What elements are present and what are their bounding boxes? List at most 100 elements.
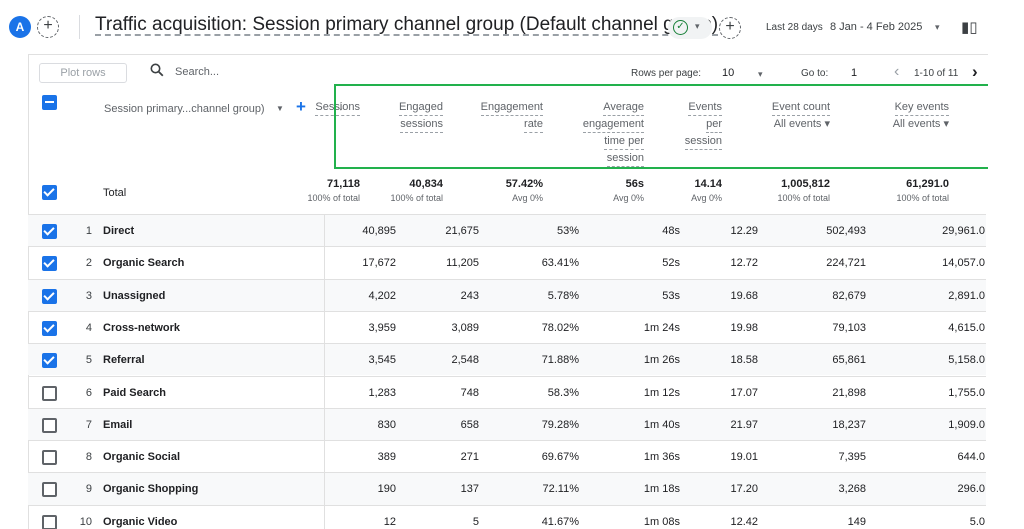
table-cell: 40,895 xyxy=(362,225,396,237)
add-dimension-icon[interactable]: + xyxy=(296,97,306,117)
row-channel-name[interactable]: Email xyxy=(103,419,132,431)
table-cell: 502,493 xyxy=(826,225,866,237)
table-cell: 1m 36s xyxy=(643,451,680,464)
row-channel-name[interactable]: Cross-network xyxy=(103,322,180,334)
table-row[interactable]: 5 Referral 3,545 2,548 71.88% 1m 26s 18.58 65,8… xyxy=(28,343,986,376)
table-cell: 29,961.0 xyxy=(942,225,985,237)
table-cell: 3,268 xyxy=(838,483,866,496)
row-checkbox[interactable] xyxy=(42,450,57,466)
date-range-value[interactable]: 8 Jan - 4 Feb 2025 xyxy=(830,21,922,33)
row-checkbox[interactable] xyxy=(42,482,57,498)
previous-page-icon[interactable]: ‹ xyxy=(894,63,899,81)
row-checkbox[interactable] xyxy=(42,514,57,529)
row-checkbox[interactable] xyxy=(42,256,57,272)
table-cell: 53s xyxy=(662,289,680,302)
table-cell: 41.67% xyxy=(541,515,579,528)
table-cell: 224,721 xyxy=(826,257,866,270)
table-cell: 3,545 xyxy=(368,354,396,367)
chevron-down-icon[interactable]: ▾ xyxy=(758,69,763,80)
table-cell: 72.11% xyxy=(542,483,580,496)
total-cell: 61,291.0 100% of total xyxy=(896,178,949,203)
table-cell: 3,959 xyxy=(368,321,396,334)
row-checkbox[interactable] xyxy=(42,417,57,433)
table-row[interactable]: 10 Organic Video 12 5 41.67% 1m 08s 12.42 149 5.… xyxy=(28,504,986,529)
add-report-button[interactable]: + xyxy=(719,17,741,39)
row-channel-name[interactable]: Direct xyxy=(103,225,134,237)
table-row[interactable]: 7 Email 830 658 79.28% 1m 40s 21.97 18,237 1,909… xyxy=(28,407,986,441)
table-cell: 271 xyxy=(460,451,479,464)
total-value: 14.14 xyxy=(694,178,722,190)
row-channel-name[interactable]: Organic Video xyxy=(103,516,177,528)
row-channel-name[interactable]: Paid Search xyxy=(103,387,166,399)
row-channel-name[interactable]: Unassigned xyxy=(103,290,165,302)
row-index: 1 xyxy=(85,225,92,237)
row-index: 8 xyxy=(85,451,92,464)
table-cell: 149 xyxy=(847,515,866,528)
table-row[interactable]: 2 Organic Search 17,672 11,205 63.41% 52s 12.7… xyxy=(28,246,986,278)
total-checkbox[interactable] xyxy=(42,185,57,200)
table-row[interactable]: 1 Direct 40,895 21,675 53% 48s 12.29 502,493 29,… xyxy=(28,214,986,247)
table-cell: 12.42 xyxy=(730,515,758,528)
table-cell: 830 xyxy=(377,418,396,431)
table-cell: 4,615.0 xyxy=(948,321,985,334)
total-subtext: 100% of total xyxy=(307,193,360,203)
table-cell: 1m 40s xyxy=(643,418,680,431)
chevron-down-icon: ▾ xyxy=(695,21,700,31)
row-checkbox[interactable] xyxy=(42,385,57,401)
pagination-info: 1-10 of 11 xyxy=(914,68,959,79)
table-cell: 21,675 xyxy=(445,225,479,237)
row-index: 10 xyxy=(79,515,92,528)
row-channel-name[interactable]: Referral xyxy=(103,354,145,366)
table-cell: 21.97 xyxy=(730,418,758,431)
row-checkbox[interactable] xyxy=(42,224,57,239)
table-cell: 5,158.0 xyxy=(948,354,985,367)
search-icon[interactable] xyxy=(150,63,166,79)
header-divider xyxy=(79,15,80,39)
dimension-column-header[interactable]: Session primary...channel group) xyxy=(104,103,265,115)
table-cell: 17.07 xyxy=(730,386,758,399)
date-range-dropdown-icon[interactable]: ▾ xyxy=(935,22,940,33)
table-cell: 63.41% xyxy=(541,257,579,270)
total-subtext: 100% of total xyxy=(896,193,949,203)
total-cell: 56s Avg 0% xyxy=(613,178,644,203)
row-checkbox[interactable] xyxy=(42,320,57,336)
table-cell: 79.28% xyxy=(541,418,579,431)
table-row[interactable]: 3 Unassigned 4,202 243 5.78% 53s 19.68 82,679 2,… xyxy=(28,278,986,311)
row-checkbox[interactable] xyxy=(42,353,57,369)
add-comparison-button[interactable]: + xyxy=(37,16,59,38)
next-page-icon[interactable]: › xyxy=(972,62,978,82)
page-title[interactable]: Traffic acquisition: Session primary cha… xyxy=(95,14,718,36)
table-cell: 190 xyxy=(377,483,396,496)
select-all-checkbox[interactable] xyxy=(42,95,57,110)
row-channel-name[interactable]: Organic Shopping xyxy=(103,483,198,495)
table-cell: 21,898 xyxy=(832,386,866,399)
date-range-label[interactable]: Last 28 days xyxy=(766,22,823,33)
table-cell: 11,205 xyxy=(446,257,479,270)
rows-per-page-select[interactable]: 10 xyxy=(722,67,734,79)
table-cell: 17.20 xyxy=(730,483,758,496)
table-row[interactable]: 4 Cross-network 3,959 3,089 78.02% 1m 24s 19.9… xyxy=(28,310,986,343)
total-cell: 1,005,812 100% of total xyxy=(777,178,830,203)
table-row[interactable]: 8 Organic Social 389 271 69.67% 1m 36s 19.01 7,… xyxy=(28,440,986,472)
table-cell: 19.01 xyxy=(730,451,758,464)
row-checkbox[interactable] xyxy=(42,288,57,304)
table-row[interactable]: 9 Organic Shopping 190 137 72.11% 1m 18s 17.20… xyxy=(28,472,986,505)
table-cell: 82,679 xyxy=(832,289,866,302)
table-cell: 1m 24s xyxy=(643,321,680,334)
report-status-button[interactable]: ✓ ▾ xyxy=(668,17,712,39)
table-cell: 1,283 xyxy=(368,386,396,399)
row-channel-name[interactable]: Organic Social xyxy=(103,451,180,463)
column-divider xyxy=(324,214,325,529)
table-cell: 12.29 xyxy=(730,225,758,237)
search-input[interactable]: Search... xyxy=(175,66,219,78)
goto-page-input[interactable]: 1 xyxy=(851,67,857,79)
row-channel-name[interactable]: Organic Search xyxy=(103,257,184,269)
plot-rows-button[interactable]: Plot rows xyxy=(39,63,127,83)
table-cell: 65,861 xyxy=(832,354,866,367)
compare-icon[interactable]: ▮▯ xyxy=(961,18,978,36)
table-cell: 137 xyxy=(460,483,479,496)
table-cell: 12.72 xyxy=(730,257,758,270)
property-avatar[interactable]: A xyxy=(9,16,31,38)
table-row[interactable]: 6 Paid Search 1,283 748 58.3% 1m 12s 17.07 21,8… xyxy=(28,375,986,408)
chevron-down-icon[interactable]: ▼ xyxy=(276,104,284,113)
